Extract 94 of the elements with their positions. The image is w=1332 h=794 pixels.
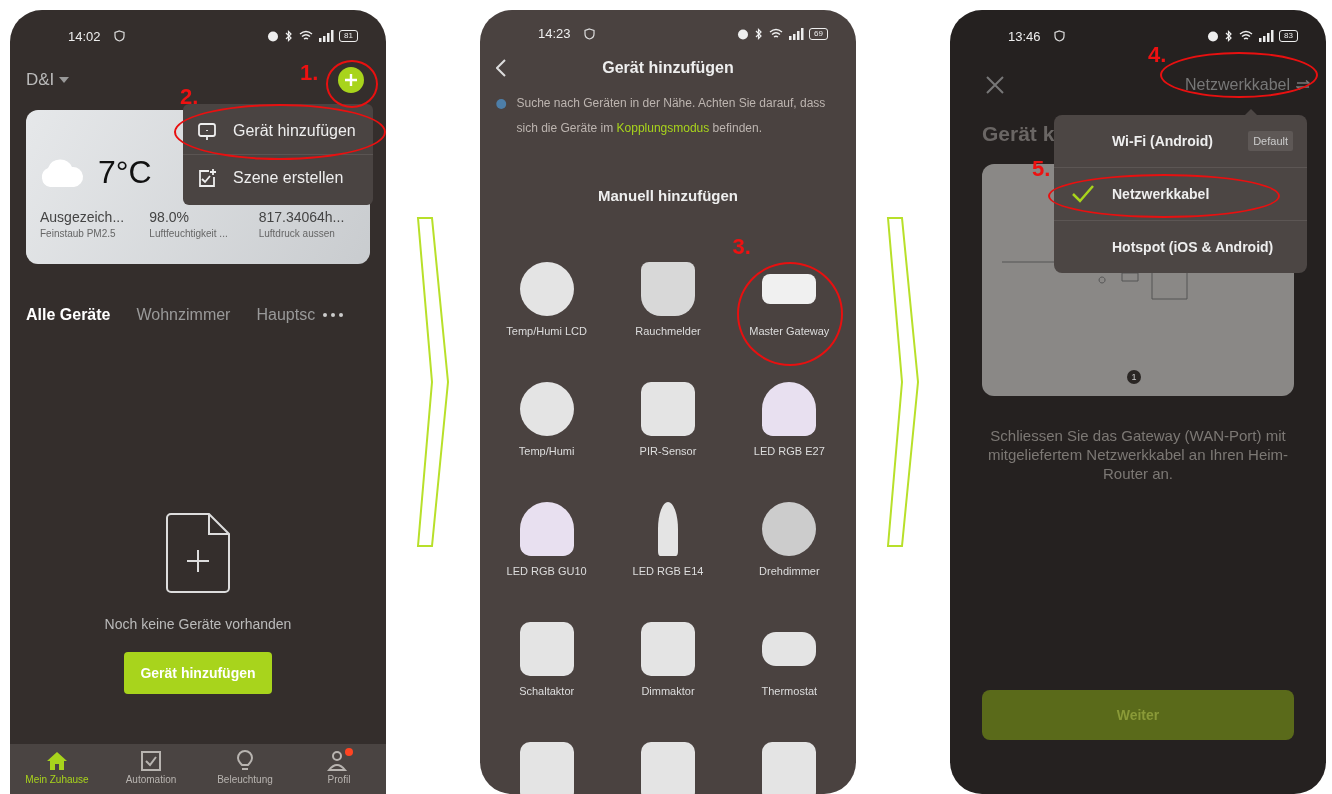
step-number: 3. [732, 234, 751, 260]
device-photo [519, 622, 574, 676]
device-photo [658, 502, 678, 556]
close-icon[interactable] [986, 76, 1004, 94]
plus-icon [344, 73, 358, 87]
shield-icon [583, 27, 595, 40]
device-photo [641, 382, 695, 436]
more-icon[interactable] [323, 313, 344, 317]
device-tile[interactable]: Temp/Humi LCD [486, 262, 608, 360]
screen-title: Gerät hinzufügen [602, 59, 734, 77]
device-photo [762, 742, 817, 794]
device-tile[interactable]: Rauchmelder [607, 262, 729, 360]
device-tile[interactable]: Dimmaktor [607, 622, 729, 720]
battery-level: 83 [1279, 30, 1298, 42]
step-number: 5. [1032, 156, 1051, 182]
device-tile[interactable]: Drehdimmer [728, 502, 850, 600]
cloud-icon [40, 158, 84, 187]
mode-option[interactable]: Netzwerkkabel [1054, 168, 1307, 220]
signal-icon [788, 27, 805, 40]
wifi-icon [1239, 30, 1254, 42]
checkbox-icon [141, 751, 161, 771]
metric-label: Feinstaub PM2.5 [40, 228, 117, 239]
mode-option[interactable]: Hotspot (iOS & Android) [1054, 221, 1307, 273]
status-time: 14:23 [538, 26, 571, 41]
device-photo [762, 502, 817, 556]
home-icon [46, 751, 68, 771]
step-number: 2. [180, 84, 199, 110]
metric-value: 98.0% [149, 209, 191, 225]
document-add-icon [165, 512, 231, 594]
metric-label: Luftdruck aussen [258, 228, 335, 239]
right-arrow-icon [416, 216, 450, 548]
room-tab[interactable]: Alle Geräte [26, 306, 111, 324]
add-scene-icon [197, 168, 217, 188]
signal-icon [1258, 30, 1275, 42]
device-tile[interactable]: PIR-Sensor [607, 382, 729, 480]
mode-option[interactable]: Wi-Fi (Android) Default [1054, 115, 1307, 167]
device-tile[interactable]: LED RGB GU10 [486, 502, 608, 600]
battery-level: 69 [809, 27, 828, 40]
empty-message: Noch keine Geräte vorhanden [104, 616, 292, 632]
status-time: 13:46 [1008, 28, 1041, 44]
step-badge: 1 [1127, 370, 1141, 384]
device-tile[interactable]: Schaltaktor [486, 622, 608, 720]
device-photo [641, 262, 695, 316]
status-time: 14:02 [68, 28, 101, 44]
nav-tab[interactable]: Automation [104, 750, 198, 785]
section-title: Manuell hinzufügen [597, 187, 739, 204]
back-icon[interactable] [496, 59, 506, 77]
nav-tab[interactable]: Beleuchtung [198, 750, 292, 785]
device-photo [762, 382, 817, 436]
device-photo [519, 502, 574, 556]
home-selector[interactable]: D&I [26, 70, 55, 90]
device-photo [519, 262, 574, 316]
device-photo [762, 632, 817, 666]
wifi-icon [769, 27, 784, 40]
right-arrow-icon [886, 216, 920, 548]
step-number: 4. [1148, 42, 1167, 68]
room-tab[interactable]: Wohnzimmer [136, 306, 231, 324]
device-photo [641, 622, 695, 676]
default-badge: Default [1248, 131, 1293, 151]
device-photo [762, 274, 817, 304]
device-tile[interactable]: LED RGB E27 [728, 382, 850, 480]
shield-icon [1053, 30, 1065, 42]
device-tile[interactable]: Master Gateway [728, 262, 850, 360]
temperature: 7°C [98, 154, 152, 191]
metric-value: 817.34064h... [258, 209, 345, 225]
swap-icon[interactable] [1296, 80, 1310, 90]
search-hint: Suche nach Geräten in der Nähe. Achten Sie darauf, dass sich die Geräte im Kopplungsmodus befinden. [516, 95, 827, 137]
device-tile[interactable]: Thermostat [728, 622, 850, 720]
screen-title: Gerät k [982, 122, 1055, 146]
device-photo [641, 742, 695, 794]
lightbulb-icon [237, 750, 253, 772]
wifi-icon [299, 30, 314, 42]
dropdown-caret-icon[interactable] [59, 77, 70, 83]
device-icon [197, 121, 217, 141]
metric-label: Luftfeuchtigkeit ... [149, 228, 229, 239]
nav-tab[interactable]: Profil [292, 750, 386, 785]
add-button[interactable] [338, 67, 364, 93]
instructions: Schliessen Sie das Gateway (WAN-Port) mit mitgeliefertem Netzwerkkabel an Ihren Heim-Router an. [986, 426, 1290, 483]
step-number: 1. [300, 60, 319, 86]
nav-tab[interactable]: Mein Zuhause [10, 750, 104, 785]
menu-item[interactable]: Gerät hinzufügen [183, 110, 373, 152]
mode-switch[interactable]: Netzwerkkabel [1185, 76, 1290, 94]
device-tile[interactable]: Temp/Humi [486, 382, 608, 480]
checkmark-icon [1072, 185, 1094, 203]
metric-value: Ausgezeich... [40, 209, 126, 225]
signal-icon [318, 30, 335, 42]
device-photo [519, 382, 574, 436]
room-tab[interactable]: Hauptsc [256, 306, 316, 324]
menu-item[interactable]: Szene erstellen [183, 157, 373, 199]
pairing-mode-link[interactable]: Kopplungsmodus [616, 121, 710, 135]
device-tile[interactable]: LED RGB E14 [607, 502, 729, 600]
device-photo [519, 742, 574, 794]
battery-level: 81 [339, 30, 358, 42]
shield-icon [113, 30, 125, 42]
